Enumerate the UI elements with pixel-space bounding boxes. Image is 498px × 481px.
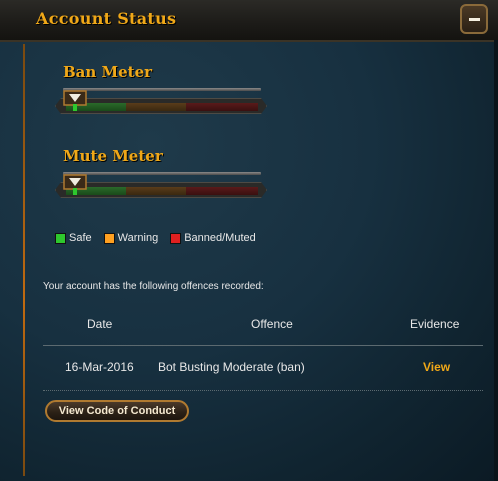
view-evidence-link[interactable]: View [423,360,450,374]
panel-right-edge [494,40,498,481]
offence-date: 16-Mar-2016 [65,360,134,374]
column-evidence: Evidence [410,317,460,331]
divider [43,390,483,392]
meter-legend: Safe Warning Banned/Muted [55,232,256,244]
legend-label: Warning [117,232,159,244]
legend-label: Safe [69,232,92,244]
mute-meter [55,172,267,204]
offence-name: Bot Busting Moderate (ban) [158,360,305,374]
mute-meter-title: Mute Meter [63,147,163,165]
meter-warning-zone [126,187,186,195]
meter-rail [63,88,261,91]
panel-title: Account Status [36,9,177,28]
meter-banned-zone [186,103,258,111]
panel-header: Account Status [0,0,498,42]
offences-intro: Your account has the following offences … [43,281,264,292]
meter-warning-zone [126,103,186,111]
column-offence: Offence [251,317,293,331]
column-date: Date [87,317,113,331]
legend-label: Banned/Muted [184,232,256,244]
offences-table-header: Date Offence Evidence [43,317,483,346]
meter-pointer-icon [63,90,87,111]
account-status-panel: Account Status Ban Meter Mute Meter Safe… [0,0,498,481]
minus-icon [468,17,480,21]
collapse-button[interactable] [460,4,488,34]
legend-warning: Warning [103,232,159,244]
table-row: 16-Mar-2016 Bot Busting Moderate (ban) V… [43,358,483,378]
legend-safe: Safe [55,232,92,244]
warning-swatch-icon [103,232,115,244]
view-code-of-conduct-button[interactable]: View Code of Conduct [45,400,189,422]
safe-swatch-icon [55,232,66,244]
ban-meter-title: Ban Meter [63,63,153,81]
banned-swatch-icon [170,232,182,244]
meter-rail [63,172,261,175]
meter-muted-zone [186,187,258,195]
ban-meter [55,88,267,120]
legend-banned-muted: Banned/Muted [170,232,256,244]
decorative-left-bar [23,44,25,476]
meter-pointer-icon [63,174,87,195]
